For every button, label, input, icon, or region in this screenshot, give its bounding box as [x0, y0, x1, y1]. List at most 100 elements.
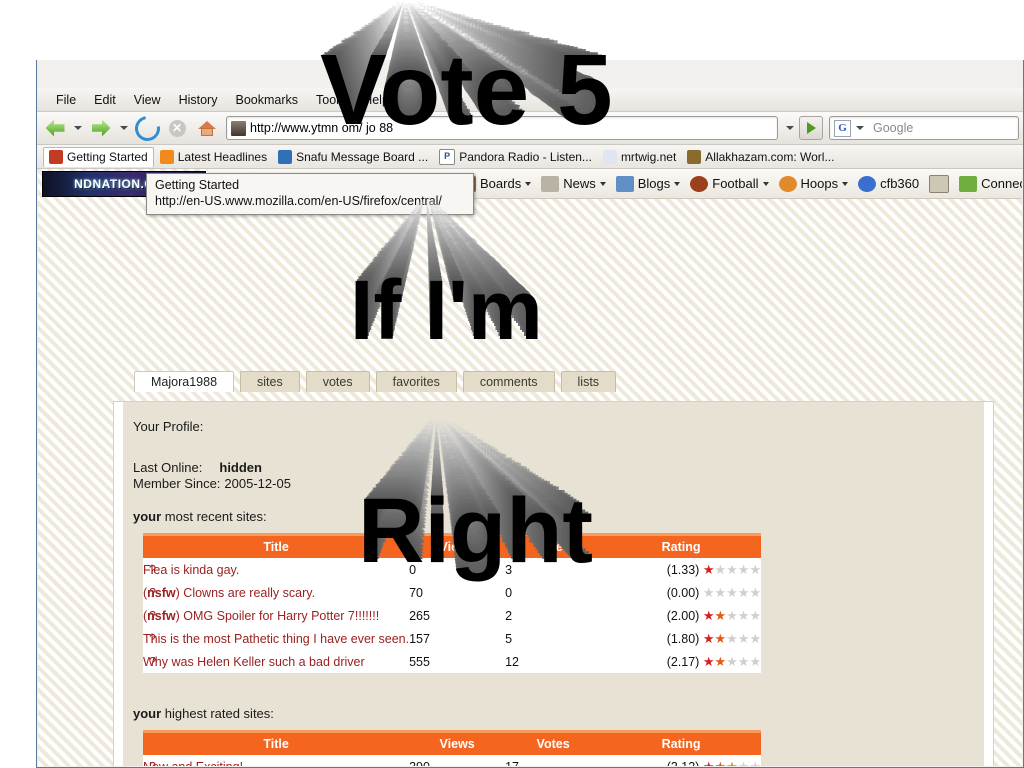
table-row[interactable]: ?New and Exciting!39017(3.12) ★★★★★ [143, 755, 762, 767]
cell-rating: (2.00) ★★★★★ [601, 604, 762, 627]
help-icon[interactable]: ? [149, 586, 156, 600]
bookmark-latest-headlines[interactable]: Latest Headlines [155, 148, 272, 166]
bookmark-label: Allakhazam.com: Worl... [705, 149, 835, 164]
bookmark-getting-started[interactable]: Getting Started [43, 146, 154, 167]
address-bar-url: http://www.ytmn om/ jo 88 [250, 121, 394, 135]
sitenav-blogs[interactable]: Blogs [615, 175, 681, 192]
cell-votes: 2 [505, 604, 602, 627]
cell-rating: (3.12) ★★★★★ [601, 755, 762, 766]
calendar-icon [929, 174, 950, 193]
sitenav-connect[interactable]: Connect [959, 175, 1022, 192]
go-button[interactable] [799, 116, 823, 140]
site-title-link[interactable]: This is the most Pathetic thing I have e… [143, 632, 409, 646]
site-title-link[interactable]: Flea is kinda gay. [143, 563, 239, 577]
site-title-link[interactable]: Why was Helen Keller such a bad driver [143, 655, 365, 669]
menu-edit[interactable]: Edit [85, 91, 125, 109]
table-row[interactable]: ? (nsfw) Clowns are really scary. 70 0 (0.00… [143, 581, 762, 604]
menu-file[interactable]: File [47, 91, 85, 109]
sitenav-cfb360[interactable]: cfb360 [858, 175, 920, 192]
col-rating[interactable]: Rating [601, 730, 762, 755]
menu-help[interactable]: Help [354, 91, 398, 109]
cell-title[interactable]: ? Flea is kinda gay. [143, 558, 410, 581]
sitenav-news[interactable]: News [541, 175, 606, 192]
cell-title[interactable]: ? Why was Helen Keller such a bad driver [143, 650, 410, 673]
col-views[interactable]: Views [409, 533, 506, 558]
star-rating: ★★★★★ [702, 561, 762, 577]
help-icon[interactable]: ? [149, 655, 156, 669]
sitenav-hoops[interactable]: Hoops [778, 175, 849, 192]
cell-votes: 0 [505, 581, 602, 604]
bookmark-pandora-radio[interactable]: P Pandora Radio - Listen... [434, 147, 597, 167]
col-rating[interactable]: Rating [601, 533, 762, 558]
cell-title[interactable]: ? (nsfw) OMG Spoiler for Harry Potter 7!!… [143, 604, 410, 627]
rating-value: (0.00) [666, 585, 700, 600]
tab-majora1988[interactable]: Majora1988 [134, 371, 235, 392]
stop-button[interactable]: ✕ [163, 115, 191, 141]
search-engine-caret-icon[interactable] [856, 126, 864, 130]
help-icon[interactable]: ? [149, 563, 156, 577]
menu-view[interactable]: View [125, 91, 170, 109]
site-title-link[interactable]: OMG Spoiler for Harry Potter 7!!!!!!! [183, 609, 379, 623]
col-votes[interactable]: Votes [505, 730, 602, 755]
table-row[interactable]: ? (nsfw) OMG Spoiler for Harry Potter 7!!… [143, 604, 762, 627]
help-icon[interactable]: ? [149, 632, 156, 646]
back-button[interactable] [41, 115, 69, 141]
forward-button[interactable] [87, 115, 115, 141]
tab-label: lists [577, 375, 600, 389]
forward-history-caret-icon[interactable] [120, 126, 128, 130]
bookmark-allakhazam[interactable]: Allakhazam.com: Worl... [682, 148, 839, 166]
bookmark-label: mrtwig.net [620, 149, 677, 164]
cell-views: 555 [409, 650, 506, 673]
sitenav-football[interactable]: Football [690, 175, 769, 192]
table-row[interactable]: ? Flea is kinda gay. 0 3 (1.33) ★★★★★ [143, 558, 762, 581]
overlay-extrusion-slice: Vote 5 [392, 3, 434, 20]
google-search-engine-icon[interactable]: G [834, 119, 851, 137]
tab-votes[interactable]: votes [305, 371, 370, 392]
sitenav-label: cfb360 [880, 176, 920, 191]
chevron-down-icon [842, 181, 849, 186]
tab-comments[interactable]: comments [462, 371, 555, 392]
col-views[interactable]: Views [409, 730, 506, 755]
bookmark-label: Getting Started [67, 149, 148, 164]
site-title-link[interactable]: Clowns are really scary. [183, 586, 315, 600]
table-row[interactable]: ? Why was Helen Keller such a bad driver 5… [143, 650, 762, 673]
col-votes[interactable]: Votes [505, 533, 602, 558]
home-button[interactable] [193, 115, 221, 141]
help-icon[interactable]: ? [149, 609, 156, 623]
back-history-caret-icon[interactable] [74, 126, 82, 130]
menu-tools[interactable]: Tools [307, 91, 354, 109]
col-title[interactable]: Title [143, 730, 410, 755]
menu-history[interactable]: History [170, 91, 227, 109]
help-icon[interactable]: ? [149, 760, 156, 767]
chevron-down-icon [599, 181, 606, 186]
tab-sites[interactable]: sites [240, 371, 300, 392]
overlay-extrusion-slice: Vote 5 [381, 8, 463, 40]
sitenav-label: Hoops [800, 176, 839, 191]
col-title[interactable]: Title [143, 533, 410, 558]
overlay-extrusion-slice: Vote 5 [382, 7, 459, 38]
bookmark-mrtwig[interactable]: mrtwig.net [598, 148, 681, 166]
cell-title[interactable]: ?New and Exciting! [143, 755, 410, 767]
tab-lists[interactable]: lists [560, 371, 617, 392]
recent-sites-heading: your most recent sites: [133, 509, 267, 524]
last-online-value: hidden [219, 460, 262, 475]
table-row[interactable]: ? This is the most Pathetic thing I have … [143, 627, 762, 650]
cell-rating: (1.80) ★★★★★ [601, 627, 762, 650]
address-bar[interactable]: http://www.ytmn om/ jo 88 [226, 116, 778, 140]
reload-button[interactable] [129, 110, 165, 146]
menu-bookmarks[interactable]: Bookmarks [226, 91, 307, 109]
site-title-link[interactable]: New and Exciting! [143, 760, 243, 767]
highest-rated-heading-bold: your [133, 706, 162, 721]
address-dropdown-caret-icon[interactable] [786, 126, 794, 130]
cell-title[interactable]: ? This is the most Pathetic thing I have … [143, 627, 410, 650]
sitenav-calendar[interactable] [929, 174, 950, 193]
cell-title[interactable]: ? (nsfw) Clowns are really scary. [143, 581, 410, 604]
pandora-icon: P [439, 148, 456, 165]
sitenav-label: Blogs [637, 176, 671, 191]
overlay-extrusion-slice: Vote 5 [389, 5, 443, 26]
cell-votes: 12 [505, 650, 602, 673]
news-icon [541, 175, 560, 192]
bookmark-snafu-message-board[interactable]: Snafu Message Board ... [273, 148, 433, 166]
search-bar[interactable]: G Google [829, 116, 1019, 140]
tab-favorites[interactable]: favorites [375, 371, 457, 392]
